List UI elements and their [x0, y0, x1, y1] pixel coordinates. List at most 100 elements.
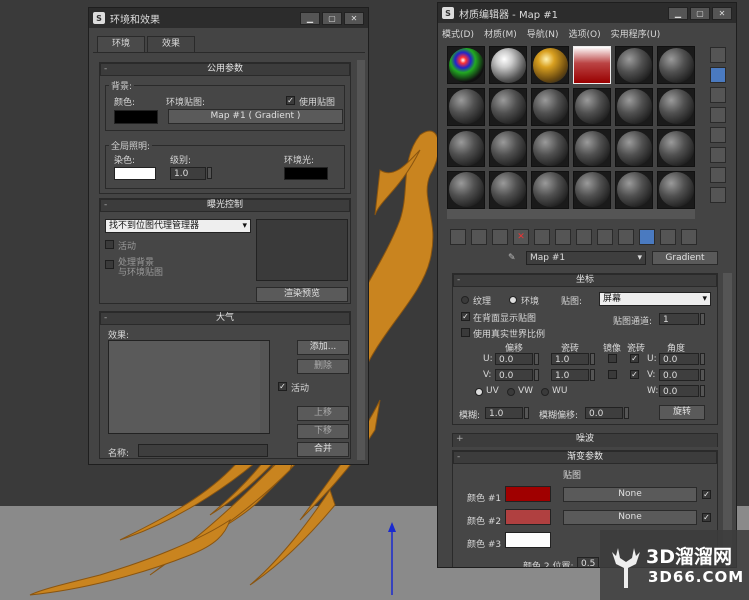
env-panel-scrollbar[interactable] [357, 60, 365, 460]
menu-navigation[interactable]: 导航(N) [527, 27, 559, 40]
w-angle-input[interactable]: 0.0 [659, 385, 699, 397]
get-material-icon[interactable] [450, 229, 466, 245]
map-type-button[interactable]: Gradient [652, 251, 718, 265]
render-preview-button[interactable]: 渲染预览 [256, 287, 348, 302]
select-by-material-icon[interactable] [710, 187, 726, 203]
put-to-library-icon[interactable] [555, 229, 571, 245]
slots-horizontal-scrollbar[interactable] [447, 209, 695, 219]
ambient-color-swatch[interactable] [284, 167, 328, 180]
use-map-checkbox[interactable]: ✓ [286, 96, 295, 105]
go-forward-sibling-icon[interactable] [660, 229, 676, 245]
uv-tiling-icon[interactable] [710, 107, 726, 123]
sample-type-icon[interactable] [710, 47, 726, 63]
u-offset-spinner[interactable] [534, 353, 539, 365]
texture-radio[interactable] [461, 296, 469, 304]
vw-radio[interactable] [507, 388, 515, 396]
blur-spinner[interactable] [524, 407, 529, 419]
effects-list[interactable] [108, 340, 270, 434]
sample-slot-18[interactable] [657, 129, 695, 167]
sample-slot-22[interactable] [573, 170, 611, 209]
delete-effect-button[interactable]: 删除 [297, 359, 349, 374]
u-offset-input[interactable]: 0.0 [495, 353, 533, 365]
u-angle-spinner[interactable] [700, 353, 705, 365]
maximize-button[interactable]: ▢ [690, 6, 710, 20]
common-params-header[interactable]: - 公用参数 [100, 63, 350, 76]
move-down-button[interactable]: 下移 [297, 424, 349, 439]
menu-options[interactable]: 选项(O) [569, 27, 601, 40]
v-tile-checkbox[interactable]: ✓ [630, 370, 639, 379]
color2-position-input[interactable]: 0.5 [577, 557, 599, 567]
color1-map-checkbox[interactable]: ✓ [702, 490, 711, 499]
tab-environment[interactable]: 环境 [97, 36, 145, 52]
u-tile-checkbox[interactable]: ✓ [630, 354, 639, 363]
sample-slot-15[interactable] [531, 129, 569, 167]
atmosphere-header[interactable]: - 大气 [100, 312, 350, 325]
uv-radio[interactable] [475, 388, 483, 396]
gradient-header[interactable]: - 渐变参数 [453, 451, 717, 464]
video-color-check-icon[interactable] [710, 127, 726, 143]
sample-slot-4-active[interactable] [573, 46, 611, 84]
effect-name-input[interactable] [138, 444, 268, 457]
minimize-button[interactable]: ▁ [668, 6, 688, 20]
u-angle-input[interactable]: 0.0 [659, 353, 699, 365]
go-to-parent-icon[interactable] [639, 229, 655, 245]
v-angle-input[interactable]: 0.0 [659, 369, 699, 381]
v-angle-spinner[interactable] [700, 369, 705, 381]
menu-utilities[interactable]: 实用程序(U) [611, 27, 661, 40]
sample-slot-16[interactable] [573, 129, 611, 167]
material-map-navigator-icon[interactable] [681, 229, 697, 245]
mat-panel-scrollbar[interactable] [723, 273, 732, 563]
mapping-dropdown[interactable]: 屏幕 ▾ [599, 292, 711, 306]
u-tiling-input[interactable]: 1.0 [551, 353, 589, 365]
sample-slot-23[interactable] [615, 170, 653, 209]
close-button[interactable]: ✕ [712, 6, 732, 20]
make-unique-icon[interactable] [534, 229, 550, 245]
sample-slot-10[interactable] [573, 87, 611, 126]
env-map-button[interactable]: Map #1 ( Gradient ) [168, 109, 343, 124]
color1-map-button[interactable]: None [563, 487, 697, 502]
background-checker-icon[interactable] [710, 87, 726, 103]
show-in-viewport-icon[interactable] [597, 229, 613, 245]
put-to-scene-icon[interactable] [471, 229, 487, 245]
show-back-checkbox[interactable]: ✓ [461, 312, 470, 321]
sample-slot-14[interactable] [489, 129, 527, 167]
sample-slot-8[interactable] [489, 87, 527, 126]
v-offset-spinner[interactable] [534, 369, 539, 381]
blur-offset-spinner[interactable] [624, 407, 629, 419]
menu-material[interactable]: 材质(M) [484, 27, 517, 40]
sample-slot-21[interactable] [531, 170, 569, 209]
color2-swatch[interactable] [505, 509, 551, 525]
sample-slot-20[interactable] [489, 170, 527, 209]
map-name-dropdown[interactable]: Map #1 ▾ [526, 251, 646, 265]
material-id-icon[interactable] [576, 229, 592, 245]
exposure-dropdown[interactable]: 找不到位图代理管理器 ▾ [105, 219, 251, 233]
eyedropper-icon[interactable]: ✎ [508, 253, 520, 265]
blur-input[interactable]: 1.0 [485, 407, 523, 419]
sample-slot-11[interactable] [615, 87, 653, 126]
map-channel-spinner[interactable] [700, 313, 705, 325]
real-world-checkbox[interactable] [461, 328, 470, 337]
make-preview-icon[interactable] [710, 147, 726, 163]
wu-radio[interactable] [541, 388, 549, 396]
color2-map-checkbox[interactable]: ✓ [702, 513, 711, 522]
minimize-button[interactable]: ▁ [300, 11, 320, 25]
show-end-result-icon[interactable] [618, 229, 634, 245]
rotate-button[interactable]: 旋转 [659, 405, 705, 420]
color3-swatch[interactable] [505, 532, 551, 548]
sample-slot-1[interactable] [447, 46, 485, 84]
atmos-active-checkbox[interactable]: ✓ [278, 382, 287, 391]
sample-slot-24[interactable] [657, 170, 695, 209]
assign-to-selection-icon[interactable] [492, 229, 508, 245]
sample-slot-9[interactable] [531, 87, 569, 126]
move-up-button[interactable]: 上移 [297, 406, 349, 421]
level-spinner[interactable] [207, 167, 212, 179]
color1-swatch[interactable] [505, 486, 551, 502]
u-tiling-spinner[interactable] [590, 353, 595, 365]
sample-slot-17[interactable] [615, 129, 653, 167]
v-tiling-spinner[interactable] [590, 369, 595, 381]
maximize-button[interactable]: ▢ [322, 11, 342, 25]
sample-slot-13[interactable] [447, 129, 485, 167]
tab-effects[interactable]: 效果 [147, 36, 195, 52]
blur-offset-input[interactable]: 0.0 [585, 407, 623, 419]
sample-slot-2[interactable] [489, 46, 527, 84]
